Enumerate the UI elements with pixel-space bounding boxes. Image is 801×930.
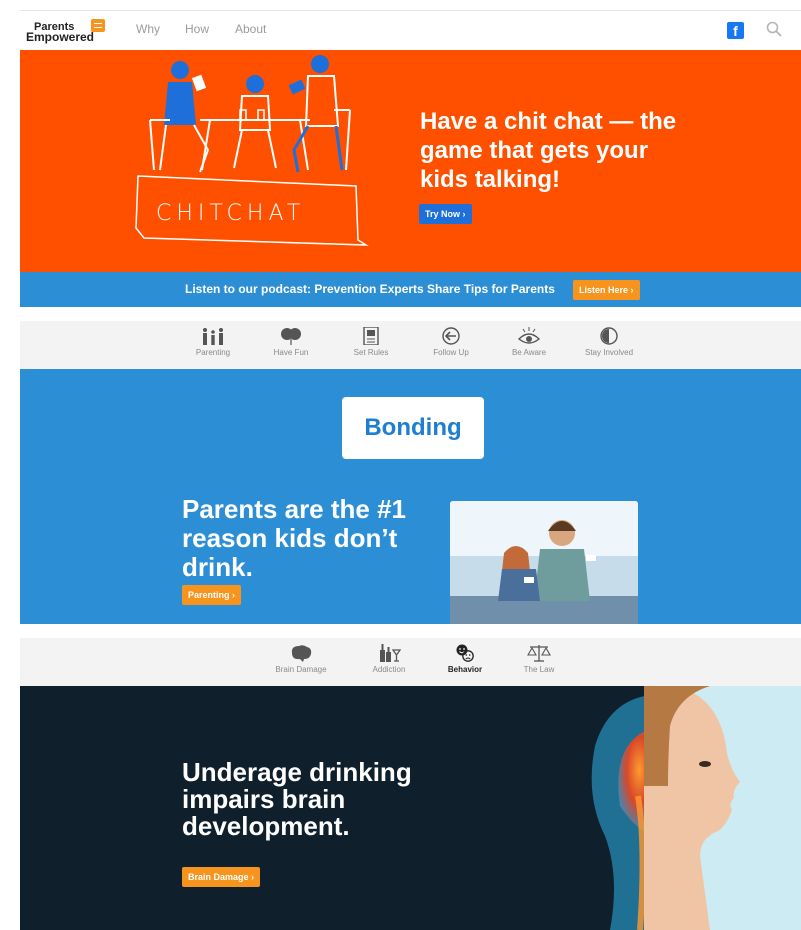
tab-follow-up[interactable]: Follow Up <box>416 327 486 357</box>
tab-brain-damage[interactable]: Brain Damage <box>266 644 336 674</box>
tab-stay-involved[interactable]: Stay Involved <box>574 327 644 357</box>
tab-the-law[interactable]: The Law <box>504 644 574 674</box>
balloons-icon <box>281 328 301 345</box>
scales-icon <box>527 645 551 662</box>
nav-link-how[interactable]: How <box>185 22 209 36</box>
tab-behavior[interactable]: Behavior <box>430 644 500 674</box>
top-navbar: Parents Empowered Why How About f <box>20 10 801 50</box>
bottles-icon <box>380 644 402 662</box>
family-gaming-photo <box>450 501 638 624</box>
podcast-text: Listen to our podcast: Prevention Expert… <box>185 282 555 296</box>
arrow-circle-icon <box>442 327 460 345</box>
tab-parenting[interactable]: Parenting <box>178 327 248 357</box>
effects-tabbar: Brain Damage Addiction Behavior The Law <box>20 638 801 686</box>
brain-title: Underage drinking impairs brain developm… <box>182 757 412 841</box>
page: Parents Empowered Why How About f CHITCH… <box>0 0 801 930</box>
brain-damage-button[interactable]: Brain Damage › <box>182 867 261 887</box>
podcast-banner: Listen to our podcast: Prevention Expert… <box>20 272 801 307</box>
brain-development-section: Underage drinking impairs brain developm… <box>20 686 801 930</box>
brain-profile-image <box>591 686 740 930</box>
tab-be-aware[interactable]: Be Aware <box>494 327 564 357</box>
chat-bubble-icon <box>91 19 105 32</box>
tab-label: Follow Up <box>433 348 469 357</box>
nav-link-why[interactable]: Why <box>136 22 160 36</box>
family-icon <box>203 328 223 345</box>
facebook-icon[interactable]: f <box>727 22 744 39</box>
logo-text-empowered: Empowered <box>26 30 95 44</box>
tab-label: Behavior <box>447 665 483 674</box>
tab-label: The Law <box>523 665 555 674</box>
faces-icon <box>456 644 474 662</box>
tab-have-fun[interactable]: Have Fun <box>256 327 326 357</box>
bonding-section: Bonding Parents are the #1 reason kids d… <box>20 369 801 624</box>
eye-icon <box>517 327 541 344</box>
hero-banner: CHITCHAT Have a chit chat — the game tha… <box>20 50 801 272</box>
circle-icon <box>600 327 618 345</box>
document-icon <box>363 327 379 345</box>
parenting-button[interactable]: Parenting › <box>182 585 242 605</box>
search-icon[interactable] <box>766 21 782 37</box>
brain-icon <box>291 645 312 662</box>
chitchat-logo-text: CHITCHAT <box>156 201 305 226</box>
parents-empowered-logo[interactable]: Parents Empowered <box>26 19 106 45</box>
tab-set-rules[interactable]: Set Rules <box>336 327 406 357</box>
tab-label: Have Fun <box>273 348 309 357</box>
tab-label: Stay Involved <box>584 348 634 357</box>
bonding-badge: Bonding <box>342 397 484 459</box>
topic-tabbar: Parenting Have Fun Set Rules Follow Up B… <box>20 321 801 369</box>
listen-here-button[interactable]: Listen Here › <box>573 280 640 300</box>
tab-addiction[interactable]: Addiction <box>354 644 424 674</box>
hero-title: Have a chit chat — the game that gets yo… <box>420 108 677 193</box>
tab-label: Addiction <box>372 665 406 674</box>
try-now-button[interactable]: Try Now › <box>419 204 472 224</box>
bonding-title: Parents are the #1 reason kids don’t dri… <box>182 494 407 582</box>
nav-link-about[interactable]: About <box>235 22 266 36</box>
tab-label: Parenting <box>195 348 231 357</box>
tab-label: Set Rules <box>353 348 389 357</box>
chitchat-illustration: CHITCHAT <box>135 55 369 246</box>
tab-label: Brain Damage <box>275 665 327 674</box>
tab-label: Be Aware <box>511 348 547 357</box>
